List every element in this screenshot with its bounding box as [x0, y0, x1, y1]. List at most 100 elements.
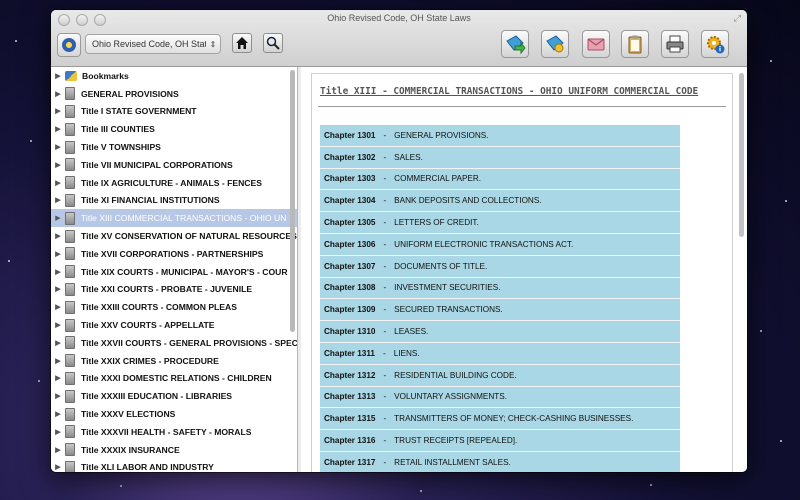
- sidebar-item[interactable]: ▶ Title XXI COURTS - PROBATE - JUVENILE: [51, 281, 297, 299]
- chapter-row[interactable]: Chapter 1301- GENERAL PROVISIONS.: [320, 125, 680, 147]
- sidebar-item[interactable]: ▶ Title VII MUNICIPAL CORPORATIONS: [51, 156, 297, 174]
- document-icon: [65, 336, 75, 350]
- chapter-name: RETAIL INSTALLMENT SALES.: [394, 457, 511, 467]
- chapter-number: Chapter 1315: [324, 414, 376, 424]
- sidebar-item[interactable]: ▶ Title XVII CORPORATIONS - PARTNERSHIPS: [51, 245, 297, 263]
- sidebar-item-label: Title XIII COMMERCIAL TRANSACTIONS - OHI…: [81, 213, 287, 224]
- window-title: Ohio Revised Code, OH State Laws: [327, 13, 471, 23]
- copy-button[interactable]: [621, 30, 649, 58]
- disclosure-triangle-icon[interactable]: ▶: [51, 250, 65, 258]
- sidebar-item[interactable]: ▶ Title XXIX CRIMES - PROCEDURE: [51, 352, 297, 370]
- sidebar-item[interactable]: ▶ GENERAL PROVISIONS: [51, 85, 297, 103]
- chapter-separator: -: [383, 239, 387, 249]
- disclosure-triangle-icon[interactable]: ▶: [51, 179, 65, 187]
- chapter-row[interactable]: Chapter 1313- VOLUNTARY ASSIGNMENTS.: [320, 387, 680, 409]
- sidebar-item[interactable]: ▶ Title XIII COMMERCIAL TRANSACTIONS - OH…: [51, 209, 297, 228]
- disclosure-triangle-icon[interactable]: ▶: [51, 196, 65, 204]
- chapter-row[interactable]: Chapter 1316- TRUST RECEIPTS [REPEALED].: [320, 430, 680, 452]
- disclosure-triangle-icon[interactable]: ▶: [51, 90, 65, 98]
- disclosure-triangle-icon[interactable]: ▶: [51, 321, 65, 329]
- chapter-row[interactable]: Chapter 1302- SALES.: [320, 147, 680, 169]
- sidebar-scrollbar[interactable]: [290, 70, 295, 332]
- chapter-number: Chapter 1316: [324, 436, 376, 446]
- disclosure-triangle-icon[interactable]: ▶: [51, 285, 65, 293]
- chapter-row[interactable]: Chapter 1310- LEASES.: [320, 321, 680, 343]
- sidebar-item-bookmarks[interactable]: ▶ Bookmarks: [51, 67, 297, 85]
- disclosure-triangle-icon[interactable]: ▶: [51, 72, 65, 80]
- chapter-row[interactable]: Chapter 1312- RESIDENTIAL BUILDING CODE.: [320, 365, 680, 387]
- disclosure-triangle-icon[interactable]: ▶: [51, 232, 65, 240]
- settings-info-icon: [707, 36, 725, 54]
- disclosure-triangle-icon[interactable]: ▶: [51, 107, 65, 115]
- bookmark-add-icon: [506, 35, 526, 55]
- disclosure-triangle-icon[interactable]: ▶: [51, 214, 65, 222]
- add-bookmark-button[interactable]: [501, 30, 529, 58]
- sidebar-item[interactable]: ▶ Title I STATE GOVERNMENT: [51, 103, 297, 121]
- bookmark-tag-button[interactable]: [541, 30, 569, 58]
- disclosure-triangle-icon[interactable]: ▶: [51, 143, 65, 151]
- document-icon: [65, 87, 75, 101]
- document-icon: [65, 354, 75, 368]
- chapter-name: SECURED TRANSACTIONS.: [394, 305, 503, 315]
- sidebar-item[interactable]: ▶ Title V TOWNSHIPS: [51, 138, 297, 156]
- disclosure-triangle-icon[interactable]: ▶: [51, 161, 65, 169]
- sidebar-item[interactable]: ▶ Title XIX COURTS - MUNICIPAL - MAYOR'S …: [51, 263, 297, 281]
- sidebar-item[interactable]: ▶ Title XXV COURTS - APPELLATE: [51, 316, 297, 334]
- ohio-seal-icon[interactable]: [57, 33, 81, 57]
- content-scrollbar[interactable]: [739, 73, 744, 237]
- sidebar-item-label: Title XXVII COURTS - GENERAL PROVISIONS …: [81, 337, 297, 348]
- chapter-row[interactable]: Chapter 1307- DOCUMENTS OF TITLE.: [320, 256, 680, 278]
- search-button[interactable]: [263, 33, 283, 53]
- sidebar-item[interactable]: ▶ Title XXVII COURTS - GENERAL PROVISIONS…: [51, 334, 297, 352]
- disclosure-triangle-icon[interactable]: ▶: [51, 463, 65, 471]
- chapter-row[interactable]: Chapter 1305- LETTERS OF CREDIT.: [320, 212, 680, 234]
- sidebar-item[interactable]: ▶ Title XXXV ELECTIONS: [51, 405, 297, 423]
- chapter-row[interactable]: Chapter 1304- BANK DEPOSITS AND COLLECTIO…: [320, 190, 680, 213]
- chapter-row[interactable]: Chapter 1306- UNIFORM ELECTRONIC TRANSACT…: [320, 234, 680, 256]
- disclosure-triangle-icon[interactable]: ▶: [51, 428, 65, 436]
- sidebar-item[interactable]: ▶ Title XXXI DOMESTIC RELATIONS - CHILDRE…: [51, 370, 297, 388]
- disclosure-triangle-icon[interactable]: ▶: [51, 303, 65, 311]
- sidebar-item[interactable]: ▶ Title III COUNTIES: [51, 120, 297, 138]
- mail-icon: [587, 38, 605, 51]
- chapter-name: LEASES.: [394, 327, 429, 337]
- email-button[interactable]: [582, 30, 610, 58]
- disclosure-triangle-icon[interactable]: ▶: [51, 392, 65, 400]
- home-button[interactable]: [232, 33, 252, 53]
- bookmark-tag-icon: [546, 35, 564, 53]
- sidebar-item[interactable]: ▶ Title XV CONSERVATION OF NATURAL RESOUR…: [51, 227, 297, 245]
- chapter-separator: -: [383, 414, 387, 424]
- fullscreen-icon[interactable]: ⤢: [734, 13, 741, 24]
- chapter-row[interactable]: Chapter 1308- INVESTMENT SECURITIES.: [320, 278, 680, 300]
- sidebar-item[interactable]: ▶ Title XXXIII EDUCATION - LIBRARIES: [51, 387, 297, 405]
- disclosure-triangle-icon[interactable]: ▶: [51, 268, 65, 276]
- disclosure-triangle-icon[interactable]: ▶: [51, 374, 65, 382]
- chapter-row[interactable]: Chapter 1303- COMMERCIAL PAPER.: [320, 169, 680, 191]
- chapter-row[interactable]: Chapter 1317- RETAIL INSTALLMENT SALES.: [320, 452, 680, 472]
- sidebar-item-label: Title XXXIX INSURANCE: [81, 444, 180, 455]
- disclosure-triangle-icon[interactable]: ▶: [51, 125, 65, 133]
- chapter-list: Chapter 1301- GENERAL PROVISIONS. Chapter …: [320, 125, 680, 472]
- disclosure-triangle-icon[interactable]: ▶: [51, 339, 65, 347]
- sidebar-item[interactable]: ▶ Title XI FINANCIAL INSTITUTIONS: [51, 192, 297, 210]
- sidebar-item[interactable]: ▶ Title XXIII COURTS - COMMON PLEAS: [51, 298, 297, 316]
- chapter-separator: -: [383, 218, 387, 228]
- print-button[interactable]: [661, 30, 689, 58]
- chapter-row[interactable]: Chapter 1309- SECURED TRANSACTIONS.: [320, 299, 680, 322]
- chapter-separator: -: [383, 130, 387, 140]
- settings-button[interactable]: [701, 30, 729, 58]
- disclosure-triangle-icon[interactable]: ▶: [51, 357, 65, 365]
- sidebar-item-label: Title XXXI DOMESTIC RELATIONS - CHILDREN: [81, 373, 272, 384]
- chapter-name: GENERAL PROVISIONS.: [394, 130, 489, 140]
- chapter-row[interactable]: Chapter 1311- LIENS.: [320, 343, 680, 365]
- chapter-row[interactable]: Chapter 1315- TRANSMITTERS OF MONEY; CHEC…: [320, 408, 680, 431]
- chapter-number: Chapter 1303: [324, 174, 376, 184]
- sidebar-item[interactable]: ▶ Title XLI LABOR AND INDUSTRY: [51, 459, 297, 472]
- code-selector-dropdown[interactable]: Ohio Revised Code, OH State Laws ⇕: [85, 34, 221, 54]
- sidebar-item[interactable]: ▶ Title XXXIX INSURANCE: [51, 441, 297, 459]
- document-icon: [65, 229, 75, 243]
- sidebar-item[interactable]: ▶ Title IX AGRICULTURE - ANIMALS - FENCES: [51, 174, 297, 192]
- disclosure-triangle-icon[interactable]: ▶: [51, 446, 65, 454]
- disclosure-triangle-icon[interactable]: ▶: [51, 410, 65, 418]
- sidebar-item[interactable]: ▶ Title XXXVII HEALTH - SAFETY - MORALS: [51, 423, 297, 441]
